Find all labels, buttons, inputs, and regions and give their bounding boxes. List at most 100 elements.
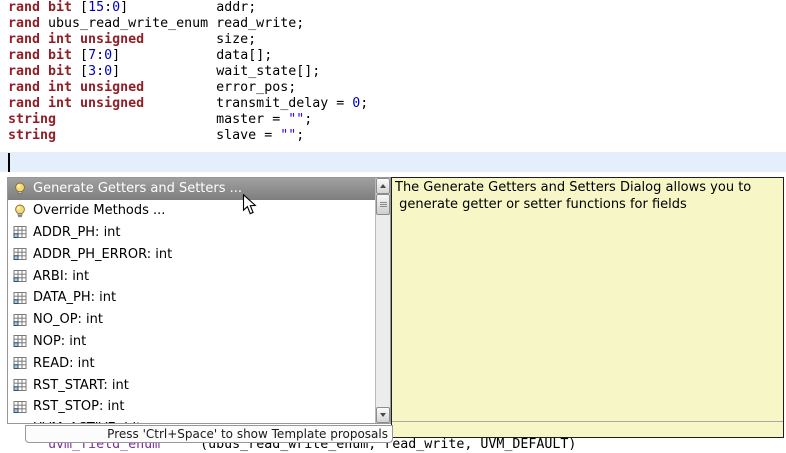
code-token-keyword: rand bit	[8, 48, 73, 63]
completion-item[interactable]: Override Methods ...	[8, 200, 375, 222]
scroll-up-button[interactable]	[376, 178, 390, 194]
arrow-down-icon	[380, 413, 386, 417]
code-line: string slave = "";	[0, 128, 786, 144]
completion-item[interactable]: ARBI: int	[8, 265, 375, 287]
scroll-down-button[interactable]	[376, 407, 390, 423]
completion-item[interactable]: NOP: int	[8, 331, 375, 353]
completion-item-label: UVM_ACTIVE: bit	[33, 421, 141, 423]
text-caret	[8, 153, 10, 172]
enum-value-icon	[13, 269, 27, 283]
completion-item[interactable]: DATA_PH: int	[8, 287, 375, 309]
code-token-number: 0	[104, 48, 113, 63]
code-line: string master = "";	[0, 112, 786, 128]
completion-doc-text: The Generate Getters and Setters Dialog …	[395, 180, 752, 212]
code-token-plain: addr;	[216, 0, 257, 15]
code-line: rand int unsigned size;	[0, 32, 786, 48]
code-token-keyword: rand int unsigned	[8, 80, 145, 95]
code-token-plain: size;	[216, 32, 257, 47]
code-token-plain: transmit_delay =	[216, 96, 353, 111]
completion-item-label: Generate Getters and Setters ...	[33, 181, 243, 197]
content-assist-status-bar: Press 'Ctrl+Space' to show Template prop…	[25, 425, 393, 443]
completion-list: Generate Getters and Setters ... Override…	[8, 178, 375, 423]
completion-item-label: READ: int	[33, 355, 95, 371]
completion-item[interactable]: ADDR_PH: int	[8, 222, 375, 244]
code-token-plain: ]	[112, 48, 217, 63]
completion-item[interactable]: RST_STOP: int	[8, 396, 375, 418]
code-token-plain: ;	[360, 96, 369, 111]
content-assist-popup: Generate Getters and Setters ... Override…	[7, 177, 391, 424]
code-token-plain: [	[72, 0, 89, 15]
code-line: rand bit [3:0] wait_state[];	[0, 64, 786, 80]
code-token-plain: :	[104, 0, 113, 15]
code-token-number: 0	[104, 64, 113, 79]
enum-value-icon	[13, 313, 27, 327]
code-token-keyword: string	[8, 112, 57, 127]
completion-doc-tooltip: The Generate Getters and Setters Dialog …	[391, 177, 784, 438]
completion-item-label: ADDR_PH_ERROR: int	[33, 246, 173, 262]
completion-item-label: NO_OP: int	[33, 312, 103, 328]
tooltip-footer	[392, 421, 783, 437]
completion-item[interactable]: ADDR_PH_ERROR: int	[8, 243, 375, 265]
status-text: Press 'Ctrl+Space' to show Template prop…	[107, 427, 388, 441]
enum-value-icon	[13, 291, 27, 305]
enum-value-icon	[13, 225, 27, 239]
code-token-plain: ;	[296, 128, 305, 143]
ide-editor-view: { "syntax_colors": { "keyword": "#941E26…	[0, 0, 786, 452]
enum-value-icon	[13, 422, 27, 423]
code-token-number: 3	[88, 64, 97, 79]
code-token-keyword: rand int unsigned	[8, 32, 145, 47]
scrollbar-thumb[interactable]	[376, 194, 390, 215]
completion-scrollbar[interactable]	[375, 178, 390, 423]
code-token-plain: [	[72, 48, 89, 63]
code-token-plain: ;	[304, 112, 313, 127]
code-token-plain: ubus_read_write_enum	[40, 16, 217, 31]
code-token-number: 7	[88, 48, 97, 63]
mouse-pointer-icon	[242, 194, 257, 215]
code-token-plain: slave =	[216, 128, 281, 143]
completion-item[interactable]: RST_START: int	[8, 374, 375, 396]
code-line: rand int unsigned transmit_delay = 0;	[0, 96, 786, 112]
completion-item-label: RST_STOP: int	[33, 399, 125, 415]
code-token-plain: ]	[112, 64, 217, 79]
code-token-string: ""	[280, 128, 297, 143]
code-line: rand bit [15:0] addr;	[0, 0, 786, 16]
lightbulb-icon	[13, 204, 27, 218]
enum-value-icon	[13, 247, 27, 261]
completion-item-label: RST_START: int	[33, 377, 129, 393]
thumb-grip-icon	[379, 204, 387, 205]
completion-item[interactable]: UVM_ACTIVE: bit	[8, 418, 375, 423]
code-token-keyword: rand int unsigned	[8, 96, 145, 111]
completion-item-label: ARBI: int	[33, 268, 90, 284]
code-token-plain: :	[96, 64, 105, 79]
code-line: rand bit [7:0] data[];	[0, 48, 786, 64]
completion-item-label: ADDR_PH: int	[33, 224, 121, 240]
current-line-highlight	[0, 152, 786, 172]
code-token-keyword: string	[8, 128, 57, 143]
enum-value-icon	[13, 400, 27, 414]
completion-item[interactable]: NO_OP: int	[8, 309, 375, 331]
code-token-plain: :	[96, 48, 105, 63]
code-token-keyword: rand bit	[8, 0, 73, 15]
lightbulb-icon	[13, 182, 27, 196]
code-token-plain: wait_state[];	[216, 64, 321, 79]
code-editor[interactable]: rand bit [15:0] addr; rand ubus_read_writ…	[0, 0, 786, 144]
code-token-plain: read_write;	[216, 16, 305, 31]
completion-item-label: NOP: int	[33, 333, 87, 349]
completion-item[interactable]: Generate Getters and Setters ...	[8, 178, 375, 200]
arrow-up-icon	[380, 184, 386, 188]
enum-value-icon	[13, 334, 27, 348]
code-token-number: 0	[112, 0, 121, 15]
enum-value-icon	[13, 378, 27, 392]
completion-item[interactable]: READ: int	[8, 352, 375, 374]
completion-item-label: DATA_PH: int	[33, 290, 117, 306]
code-line: rand int unsigned error_pos;	[0, 80, 786, 96]
code-token-plain: data[];	[216, 48, 273, 63]
code-token-number: 15	[88, 0, 105, 15]
enum-value-icon	[13, 356, 27, 370]
code-token-plain: master =	[216, 112, 289, 127]
